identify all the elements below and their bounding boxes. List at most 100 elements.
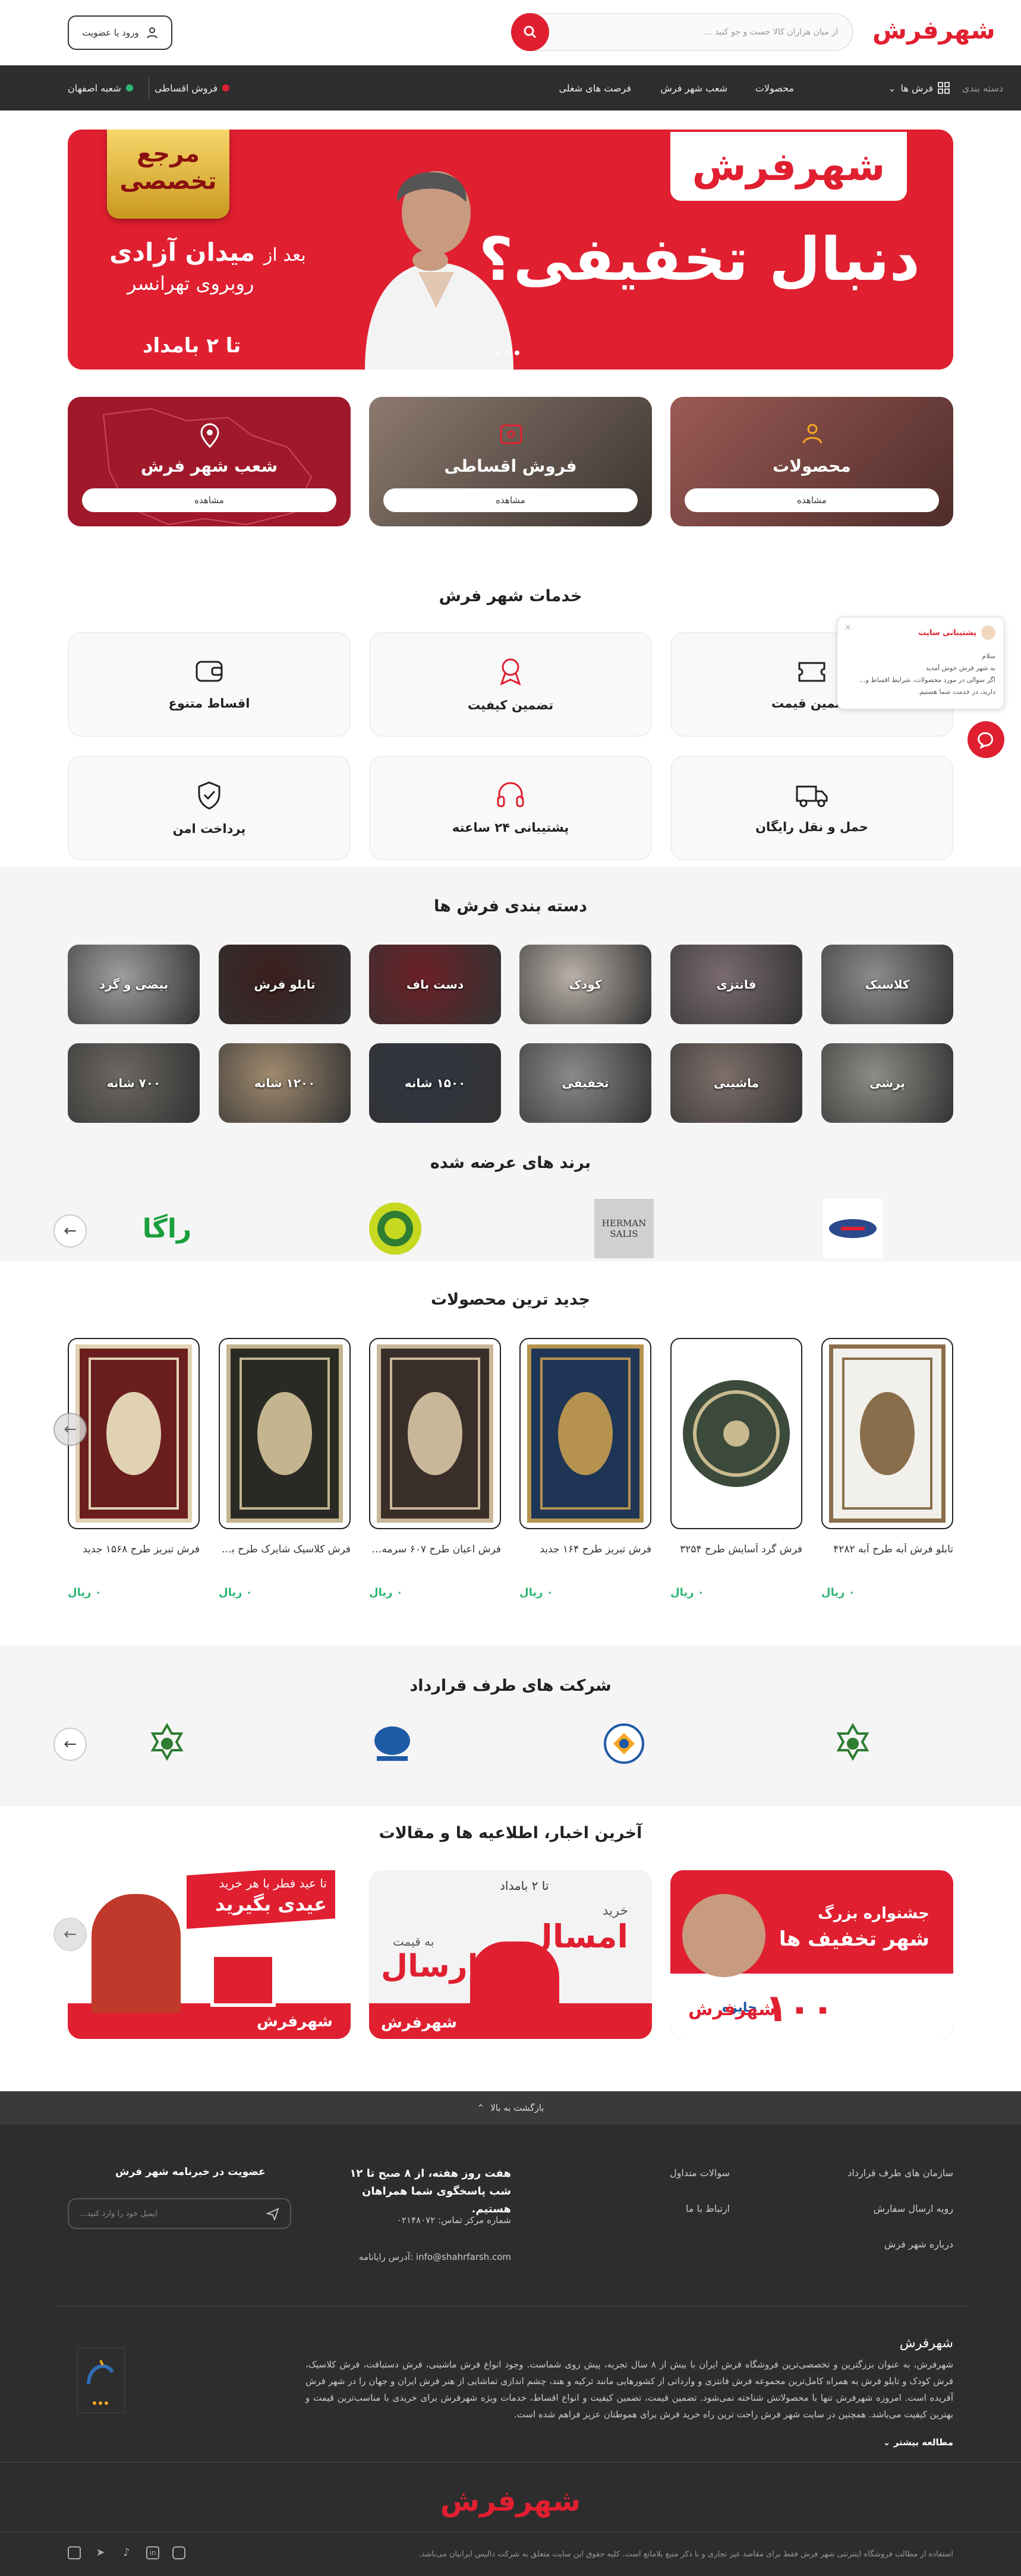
twitter-icon[interactable]: ♪ (120, 2546, 133, 2559)
footer-link[interactable]: ارتباط با ما (686, 2203, 730, 2214)
nav-branches[interactable]: شعب شهر فرش (660, 65, 727, 111)
search-bar[interactable]: از میان هزاران کالا جست و جو کنید ... (511, 13, 853, 51)
category-card[interactable]: پرشی (821, 1043, 953, 1123)
news-prev-arrow[interactable]: ← (53, 1918, 87, 1951)
read-more-link[interactable]: مطالعه بیشتر ⌄ (883, 2437, 953, 2448)
login-button[interactable]: ورود یا عضویت (68, 15, 172, 50)
product-name[interactable]: فرش گرد آسایش طرح ۳۲۵۴ (670, 1543, 802, 1555)
tile-products[interactable]: محصولات مشاهده (670, 397, 953, 526)
products-prev-arrow[interactable]: ← (53, 1413, 87, 1446)
partner-logo-3[interactable] (368, 1723, 416, 1767)
footer-email[interactable]: info@shahrfarsh.com :آدرس رایانامه (359, 2252, 511, 2262)
brands-title: برند های عرضه شده (430, 1154, 591, 1172)
category-card[interactable]: فانتزی (670, 945, 802, 1024)
news-card-3[interactable]: تا عید فطر با هر خرید عیدی بگیرید شهرفرش (68, 1870, 351, 2039)
category-card[interactable]: ۱۲۰۰ شانه (219, 1043, 351, 1123)
service-free-shipping[interactable]: حمل و نقل رایگان (670, 756, 953, 860)
category-card[interactable]: تخفیفی (519, 1043, 651, 1123)
category-card[interactable]: تابلو فرش (219, 945, 351, 1024)
close-icon[interactable]: ✕ (844, 623, 852, 633)
footer-logo[interactable]: شهرفرش (0, 2485, 1021, 2518)
arrow-left-icon: ← (64, 1925, 77, 1943)
chat-button[interactable] (968, 721, 1004, 758)
product-image[interactable] (369, 1338, 501, 1529)
product-name[interactable]: فرش تبریز طرح ۱۵۶۸ جدید (68, 1543, 200, 1555)
location-icon (200, 423, 219, 448)
brand-logo-4[interactable]: راگا (134, 1199, 200, 1258)
telegram-icon[interactable]: ➤ (94, 2546, 107, 2559)
category-card[interactable]: دست باف (369, 945, 501, 1024)
category-card[interactable]: ۷۰۰ شانه (68, 1043, 200, 1123)
partner-logo-1[interactable] (832, 1722, 874, 1767)
search-icon (524, 26, 537, 39)
product-name[interactable]: فرش کلاسیک شایرک طرح بها... (219, 1543, 351, 1555)
partners-prev-arrow[interactable]: ← (53, 1728, 87, 1761)
news-card-2[interactable]: تا ۲ بامداد خرید امسال به قیمت پارسال شه… (369, 1870, 652, 2039)
product-price: ۰ ریال (369, 1586, 403, 1599)
site-logo[interactable]: شهرفرش (872, 15, 996, 45)
brand-logo-2[interactable]: HERMAN SALIS (594, 1199, 654, 1258)
footer-link[interactable]: سوالات متداول (670, 2167, 730, 2179)
product-card[interactable]: فرش کلاسیک شایرک طرح بها... ۰ ریال (219, 1338, 351, 1599)
brand-logo-1[interactable] (820, 1199, 886, 1258)
product-price: ۰ ریال (219, 1586, 253, 1599)
search-input[interactable]: از میان هزاران کالا جست و جو کنید ... (704, 27, 838, 37)
aparat-icon[interactable] (68, 2546, 81, 2559)
tile-products-button[interactable]: مشاهده (685, 488, 939, 512)
enamad-badge[interactable] (77, 2348, 125, 2413)
footer-link[interactable]: رویه ارسال سفارش (874, 2203, 953, 2214)
product-card[interactable]: فرش گرد آسایش طرح ۳۲۵۴ ۰ ریال (670, 1338, 802, 1599)
footer-link[interactable]: درباره شهر فرش (884, 2239, 953, 2250)
hero-banner[interactable]: شهرفرش دنبال تخفیفی؟ مرجع تخصصی بعد از م… (68, 130, 953, 370)
newsletter-input[interactable]: ایمیل خود را وارد کنید... (68, 2198, 291, 2229)
nav-installment[interactable]: فروش اقساطی (155, 65, 230, 111)
partner-logo-4[interactable] (146, 1722, 188, 1767)
product-name[interactable]: فرش اعیان طرح ۶۰۷ سرمه ای (369, 1543, 501, 1555)
footer-link[interactable]: سازمان های طرف قرارداد (847, 2167, 953, 2179)
product-name[interactable]: فرش تبریز طرح ۱۶۴ جدید (519, 1543, 651, 1555)
service-support[interactable]: پشتیبانی ۲۴ ساعته (369, 756, 652, 860)
category-card[interactable]: ۱۵۰۰ شانه (369, 1043, 501, 1123)
product-image[interactable] (670, 1338, 802, 1529)
service-quality-guarantee[interactable]: تضمین کیفیت (369, 632, 652, 737)
send-icon[interactable] (266, 2207, 279, 2220)
tile-installment-button[interactable]: مشاهده (383, 488, 638, 512)
product-image[interactable] (219, 1338, 351, 1529)
search-button[interactable] (511, 13, 549, 51)
product-card[interactable]: فرش تبریز طرح ۱۶۴ جدید ۰ ریال (519, 1338, 651, 1599)
social-links: in ♪ ➤ (68, 2546, 185, 2559)
brand-logo-3[interactable] (363, 1199, 428, 1258)
product-card[interactable]: فرش تبریز طرح ۱۵۶۸ جدید ۰ ریال (68, 1338, 200, 1599)
category-card[interactable]: کودک (519, 945, 651, 1024)
news-card-1[interactable]: جشنواره بزرگ شهر تخفیف ها ۱۰۰ جایزه شهرف… (670, 1870, 953, 2039)
product-image[interactable] (821, 1338, 953, 1529)
shield-check-icon (198, 781, 220, 810)
chat-popup[interactable]: پشتیبانی سایت ✕ سلام به شهر فرش خوش آمدید… (837, 617, 1004, 709)
category-card[interactable]: کلاسیک (821, 945, 953, 1024)
tile-installment[interactable]: فروش اقساطی مشاهده (369, 397, 652, 526)
product-image[interactable] (519, 1338, 651, 1529)
brands-prev-arrow[interactable]: ← (53, 1214, 87, 1248)
category-card[interactable]: ماشینی (670, 1043, 802, 1123)
linkedin-icon[interactable]: in (146, 2546, 159, 2559)
nav-jobs[interactable]: فرصت های شغلی (559, 65, 631, 111)
hero-pagination[interactable] (496, 351, 519, 355)
product-image[interactable] (68, 1338, 200, 1529)
truck-icon (796, 785, 828, 807)
back-to-top-button[interactable]: بازگشت به بالا ⌃ (0, 2091, 1021, 2124)
footer-phone[interactable]: شماره مرکز تماس: ۰۲۱۴۸۰۷۲ (397, 2215, 511, 2225)
product-card[interactable]: تابلو فرش آبه طرح آبه ۴۲۸۲ ۰ ریال (821, 1338, 953, 1599)
service-secure-payment[interactable]: پرداخت امن (68, 756, 351, 860)
partner-logo-2[interactable] (600, 1723, 648, 1767)
nav-carpets[interactable]: فرش ها ⌄ (888, 65, 950, 111)
nav-isfahan[interactable]: شعبه اصفهان (68, 65, 133, 111)
tile-branches[interactable]: شعب شهر فرش مشاهده (68, 397, 351, 526)
tile-branches-button[interactable]: مشاهده (82, 488, 336, 512)
instagram-icon[interactable] (172, 2546, 185, 2559)
service-installments[interactable]: اقساط متنوع (68, 632, 351, 737)
nav-products[interactable]: محصولات (755, 65, 794, 111)
product-name[interactable]: تابلو فرش آبه طرح آبه ۴۲۸۲ (821, 1543, 953, 1555)
site-footer: بازگشت به بالا ⌃ سازمان های طرف قرارداد ر… (0, 2091, 1021, 2576)
product-card[interactable]: فرش اعیان طرح ۶۰۷ سرمه ای ۰ ریال (369, 1338, 501, 1599)
category-card[interactable]: بیضی و گرد (68, 945, 200, 1024)
